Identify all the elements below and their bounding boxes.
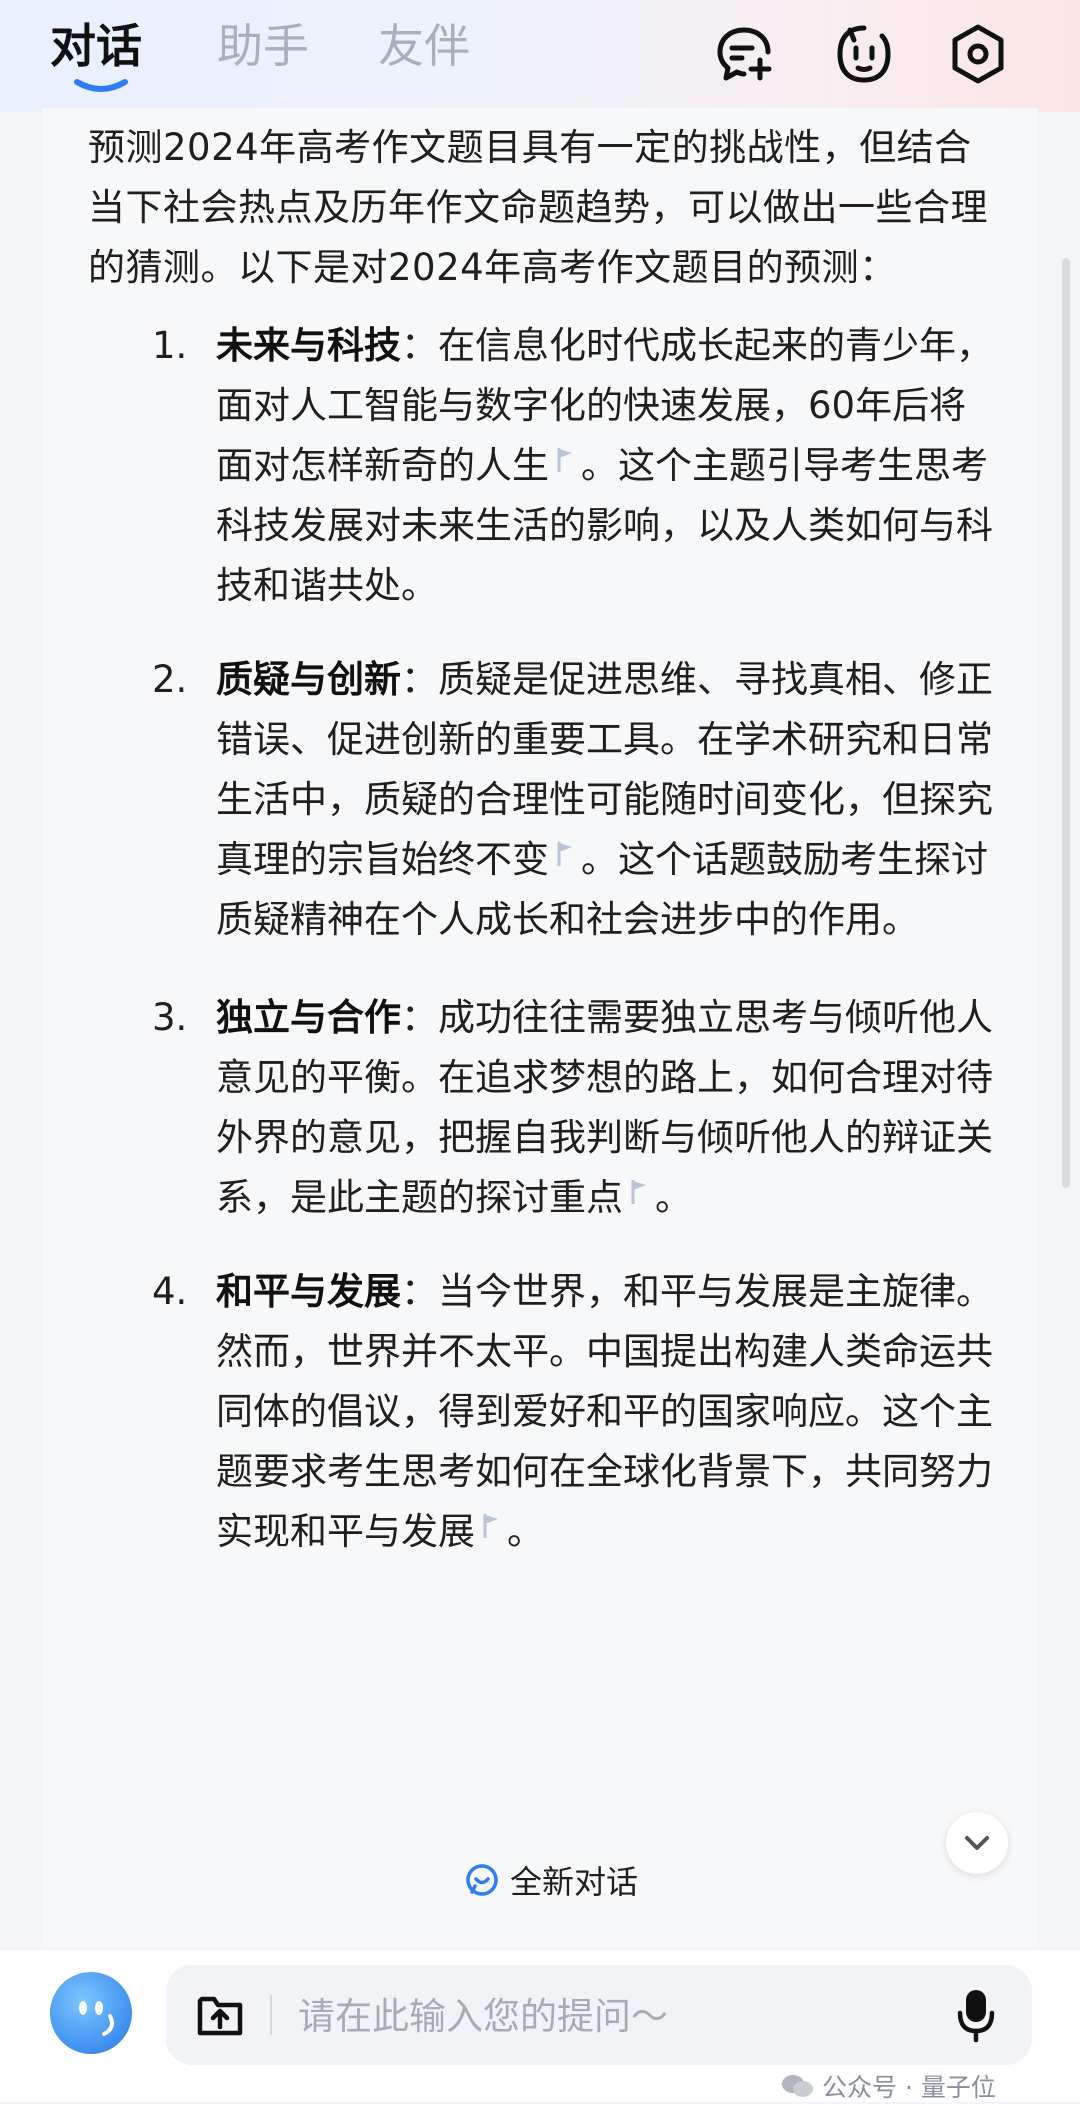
citation-flag-icon[interactable] [555,446,575,474]
assistant-avatar-icon [79,2001,114,2036]
watermark: 公众号 · 量子位 [780,2068,996,2104]
list-item-separator: ： [401,996,438,1039]
list-item-number: 3. [152,996,188,1039]
list-item-title: 未来与科技 [216,324,401,367]
settings-icon[interactable] [946,22,1010,86]
input-box [166,1965,1032,2065]
question-input[interactable] [296,1983,860,2049]
assistant-avatar[interactable] [50,1972,132,2054]
list-item: 2. 质疑与创新：质疑是促进思维、寻找真相、修正错误、促进创新的重要工具。在学术… [88,650,998,950]
microphone-icon[interactable] [956,1987,996,2043]
list-item-number: 2. [152,658,188,701]
list-item-separator: ： [401,324,438,367]
list-item-number: 4. [152,1270,188,1313]
assistant-face-icon[interactable] [832,22,896,86]
message-panel: 预测2024年高考作文题目具有一定的挑战性，但结合当下社会热点及历年作文命题趋势… [42,108,1038,1948]
list-item: 1. 未来与科技：在信息化时代成长起来的青少年，面对人工智能与数字化的快速发展，… [88,316,998,616]
list-item-title: 质疑与创新 [216,658,401,701]
active-tab-indicator [74,79,128,92]
top-bar: 对话 助手 友伴 [0,0,1080,112]
citation-flag-icon[interactable] [555,840,575,868]
wechat-icon [782,2075,813,2097]
new-chat-icon[interactable] [712,22,776,86]
watermark-text: 公众号 · 量子位 [822,2073,996,2102]
chevron-down-icon [965,1836,989,1850]
list-item-number: 1. [152,324,188,367]
upload-file-icon[interactable] [194,1989,246,2041]
input-divider [270,1995,272,2035]
list-item-text: 。 [507,1510,544,1553]
new-chat-label: 全新对话 [510,1863,639,1901]
prediction-list: 1. 未来与科技：在信息化时代成长起来的青少年，面对人工智能与数字化的快速发展，… [88,316,998,1562]
list-item-title: 和平与发展 [216,1270,401,1313]
message-intro: 预测2024年高考作文题目具有一定的挑战性，但结合当下社会热点及历年作文命题趋势… [88,126,988,289]
list-item-title: 独立与合作 [216,996,401,1039]
list-item-text: 。 [655,1176,692,1219]
assistant-message: 预测2024年高考作文题目具有一定的挑战性，但结合当下社会热点及历年作文命题趋势… [88,118,998,1562]
citation-flag-icon[interactable] [629,1178,649,1206]
list-item: 4. 和平与发展：当今世界，和平与发展是主旋律。然而，世界并不太平。中国提出构建… [88,1262,998,1562]
scroll-down-button[interactable] [946,1812,1008,1874]
scrollbar[interactable] [1062,258,1070,1188]
list-item: 3. 独立与合作：成功往往需要独立思考与倾听他人意见的平衡。在追求梦想的路上，如… [88,988,998,1228]
new-chat-button[interactable]: 全新对话 [446,1852,657,1908]
list-item-separator: ： [401,1270,438,1313]
tab-companion[interactable]: 友伴 [378,14,470,78]
citation-flag-icon[interactable] [481,1512,501,1540]
chat-bubble-icon [466,1864,498,1896]
tab-assistant[interactable]: 助手 [217,14,309,78]
tab-chat[interactable]: 对话 [50,14,142,78]
list-item-separator: ： [401,658,438,701]
